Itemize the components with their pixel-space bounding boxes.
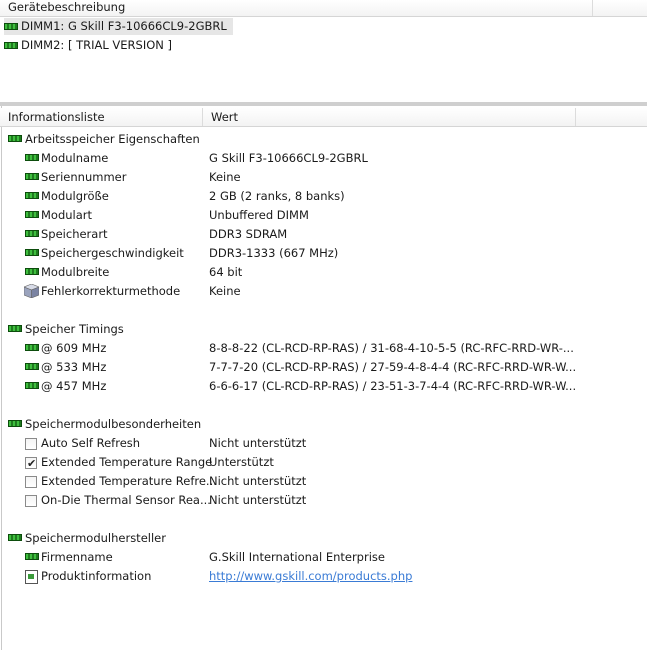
row-name: Extended Temperature Range bbox=[41, 455, 213, 469]
section-header[interactable]: Speichermodulbesonderheiten bbox=[0, 415, 647, 434]
memory-module-icon bbox=[25, 249, 39, 256]
section-title: Speichermodulbesonderheiten bbox=[25, 417, 202, 431]
memory-module-icon bbox=[25, 344, 39, 351]
info-row[interactable]: Extended Temperature Refre... Nicht unter… bbox=[0, 472, 647, 491]
info-row[interactable]: Extended Temperature RangeUnterstützt bbox=[0, 453, 647, 473]
row-name: Auto Self Refresh bbox=[41, 436, 141, 450]
memory-module-icon bbox=[8, 534, 22, 541]
row-name: Speichergeschwindigkeit bbox=[41, 246, 184, 260]
memory-module-icon bbox=[4, 42, 18, 49]
checkbox-icon[interactable] bbox=[25, 495, 37, 507]
memory-module-icon bbox=[8, 420, 22, 427]
row-value: Nicht unterstützt bbox=[209, 493, 307, 507]
info-row[interactable]: Modulgröße 2 GB (2 ranks, 8 banks) bbox=[0, 187, 647, 206]
device-list: DIMM1: G Skill F3-10666CL9-2GBRL DIMM2: … bbox=[0, 16, 647, 102]
row-name: @ 533 MHz bbox=[41, 360, 107, 374]
section-header[interactable]: Speicher Timings bbox=[0, 320, 647, 339]
row-value: 6-6-6-17 (CL-RCD-RP-RAS) / 23-51-3-7-4-4… bbox=[209, 379, 577, 393]
memory-module-icon bbox=[25, 268, 39, 275]
memory-module-icon bbox=[25, 382, 39, 389]
device-item-dimm2[interactable]: DIMM2: [ TRIAL VERSION ] bbox=[4, 37, 178, 54]
row-value: 7-7-7-20 (CL-RCD-RP-RAS) / 27-59-4-8-4-4… bbox=[209, 360, 577, 374]
row-value: 2 GB (2 ranks, 8 banks) bbox=[209, 189, 345, 203]
product-info-link[interactable]: http://www.gskill.com/products.php bbox=[209, 567, 412, 586]
row-name: Fehlerkorrekturmethode bbox=[41, 284, 181, 298]
row-value: Nicht unterstützt bbox=[209, 436, 307, 450]
pane-splitter[interactable] bbox=[0, 102, 647, 106]
section-header[interactable]: Arbeitsspeicher Eigenschaften bbox=[0, 130, 647, 149]
info-row[interactable]: Speicherart DDR3 SDRAM bbox=[0, 225, 647, 244]
device-description-header: Gerätebeschreibung bbox=[0, 0, 647, 17]
info-row[interactable]: Produktinformation http://www.gskill.com/… bbox=[0, 567, 647, 586]
section-title: Speicher Timings bbox=[25, 322, 124, 336]
checkbox-icon[interactable] bbox=[25, 454, 37, 473]
ecc-cube-icon bbox=[23, 283, 40, 299]
memory-module-icon bbox=[25, 230, 39, 237]
memory-module-icon bbox=[25, 211, 39, 218]
row-name: Seriennummer bbox=[41, 170, 127, 184]
memory-module-icon bbox=[25, 192, 39, 199]
row-name: @ 609 MHz bbox=[41, 341, 107, 355]
row-name: Modulbreite bbox=[41, 265, 110, 279]
row-value: DDR3-1333 (667 MHz) bbox=[209, 246, 339, 260]
info-row[interactable]: @ 609 MHz 8-8-8-22 (CL-RCD-RP-RAS) / 31-6… bbox=[0, 339, 647, 358]
info-row[interactable]: Seriennummer Keine bbox=[0, 168, 647, 187]
column-header-info-list[interactable]: Informationsliste bbox=[0, 108, 203, 126]
memory-module-icon bbox=[25, 154, 39, 161]
row-value: G Skill F3-10666CL9-2GBRL bbox=[209, 151, 368, 165]
info-row[interactable]: Fehlerkorrekturmethode Keine bbox=[0, 282, 647, 301]
row-value: Keine bbox=[209, 284, 241, 298]
row-name: Produktinformation bbox=[41, 569, 152, 583]
column-header-value[interactable]: Wert bbox=[203, 108, 576, 126]
device-label: DIMM2: [ TRIAL VERSION ] bbox=[21, 38, 173, 52]
row-name: Modulart bbox=[41, 208, 93, 222]
device-label: DIMM1: G Skill F3-10666CL9-2GBRL bbox=[21, 19, 227, 33]
checkbox-icon[interactable] bbox=[25, 438, 37, 450]
row-value: Unterstützt bbox=[209, 455, 274, 469]
device-item-dimm1[interactable]: DIMM1: G Skill F3-10666CL9-2GBRL bbox=[4, 18, 233, 35]
row-value: Unbuffered DIMM bbox=[209, 208, 309, 222]
info-row[interactable]: Modulbreite 64 bit bbox=[0, 263, 647, 282]
row-name: Speicherart bbox=[41, 227, 108, 241]
checkbox-icon[interactable] bbox=[25, 476, 37, 488]
row-value: Nicht unterstützt bbox=[209, 474, 307, 488]
memory-module-icon bbox=[8, 325, 22, 332]
row-name: @ 457 MHz bbox=[41, 379, 107, 393]
info-row[interactable]: @ 533 MHz 7-7-7-20 (CL-RCD-RP-RAS) / 27-5… bbox=[0, 358, 647, 377]
info-row[interactable]: Modulart Unbuffered DIMM bbox=[0, 206, 647, 225]
row-name: Firmenname bbox=[41, 550, 113, 564]
info-list-header: Informationsliste Wert bbox=[0, 108, 647, 127]
memory-module-icon bbox=[4, 23, 18, 30]
info-row[interactable]: Auto Self Refresh Nicht unterstützt bbox=[0, 434, 647, 453]
column-header-device-description[interactable]: Gerätebeschreibung bbox=[0, 0, 593, 16]
row-name: Extended Temperature Refre... bbox=[41, 474, 217, 488]
row-name: Modulgröße bbox=[41, 189, 109, 203]
row-value: 8-8-8-22 (CL-RCD-RP-RAS) / 31-68-4-10-5-… bbox=[209, 341, 574, 355]
memory-module-icon bbox=[25, 173, 39, 180]
row-name: Modulname bbox=[41, 151, 109, 165]
info-row[interactable]: On-Die Thermal Sensor Rea... Nicht unters… bbox=[0, 491, 647, 510]
section-title: Arbeitsspeicher Eigenschaften bbox=[25, 132, 200, 146]
info-row[interactable]: Speichergeschwindigkeit DDR3-1333 (667 MH… bbox=[0, 244, 647, 263]
memory-module-icon bbox=[25, 363, 39, 370]
row-value: G.Skill International Enterprise bbox=[209, 550, 385, 564]
document-link-icon bbox=[25, 570, 38, 584]
row-name: On-Die Thermal Sensor Rea... bbox=[41, 493, 211, 507]
info-row[interactable]: Firmenname G.Skill International Enterpri… bbox=[0, 548, 647, 567]
info-row[interactable]: Modulname G Skill F3-10666CL9-2GBRL bbox=[0, 149, 647, 168]
section-header[interactable]: Speichermodulhersteller bbox=[0, 529, 647, 548]
memory-module-icon bbox=[25, 553, 39, 560]
memory-module-icon bbox=[8, 135, 22, 142]
row-value: Keine bbox=[209, 170, 241, 184]
info-row[interactable]: @ 457 MHz 6-6-6-17 (CL-RCD-RP-RAS) / 23-5… bbox=[0, 377, 647, 396]
section-title: Speichermodulhersteller bbox=[25, 531, 166, 545]
row-value: DDR3 SDRAM bbox=[209, 227, 288, 241]
row-value: 64 bit bbox=[209, 265, 243, 279]
